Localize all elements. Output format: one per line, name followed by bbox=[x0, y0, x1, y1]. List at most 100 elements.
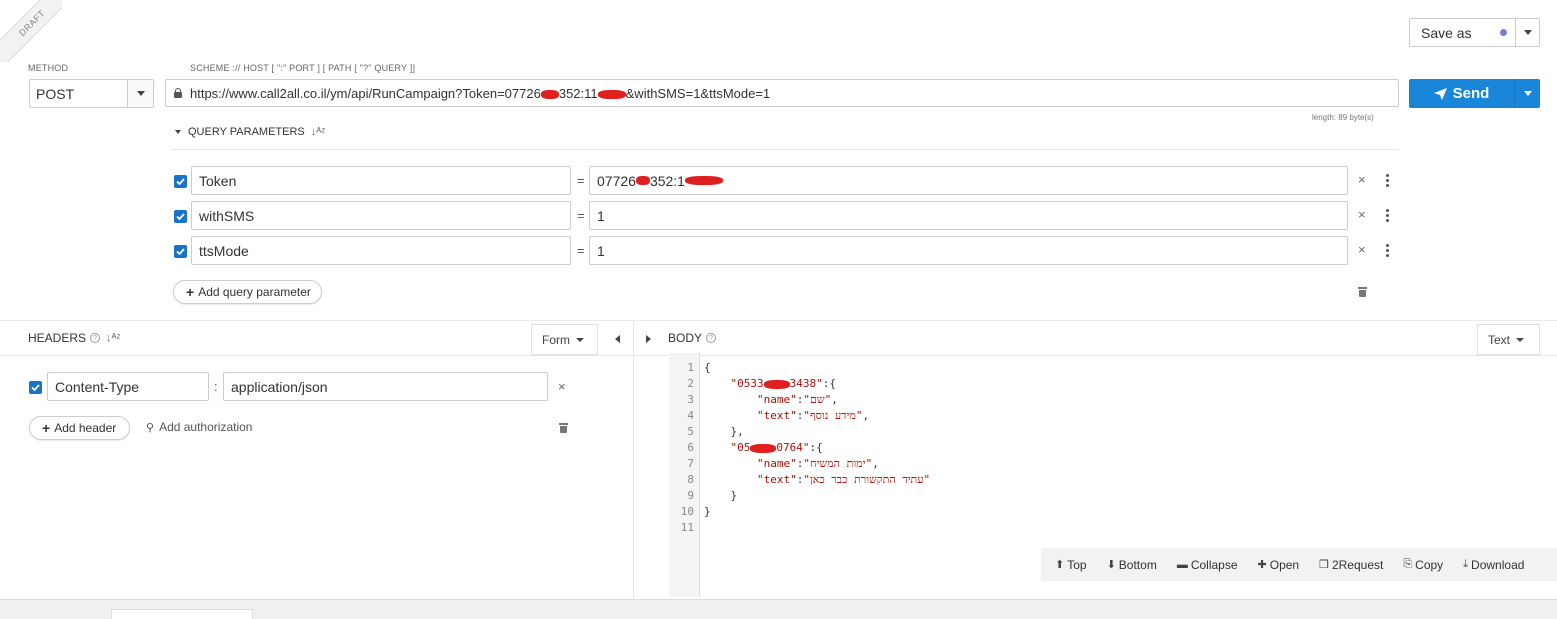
headers-title: HEADERS bbox=[28, 331, 87, 345]
url-value: https://www.call2all.co.il/ym/api/RunCam… bbox=[190, 86, 770, 101]
remove-param-icon[interactable]: × bbox=[1358, 207, 1366, 222]
divider bbox=[172, 149, 1399, 150]
code-line: }, bbox=[704, 424, 1534, 440]
collapse-right-icon[interactable] bbox=[646, 335, 651, 343]
remove-param-icon[interactable]: × bbox=[1358, 242, 1366, 257]
chevron-down-icon bbox=[136, 91, 145, 96]
save-as-dropdown-toggle[interactable] bbox=[1515, 19, 1539, 46]
param-name-field[interactable]: Token bbox=[191, 166, 571, 195]
redaction-mark bbox=[763, 379, 790, 389]
param-name-field[interactable]: ttsMode bbox=[191, 236, 571, 265]
redaction-mark bbox=[750, 443, 777, 453]
editor-bottom-button[interactable]: ⬇ Bottom bbox=[1107, 558, 1157, 572]
save-as-button[interactable]: Save as bbox=[1409, 18, 1540, 47]
line-number: 10 bbox=[680, 505, 694, 518]
draft-label: DRAFT bbox=[0, 0, 62, 62]
add-query-parameter-button[interactable]: + Add query parameter bbox=[173, 280, 322, 304]
code-token: , bbox=[872, 457, 879, 470]
redaction-mark bbox=[684, 176, 723, 185]
draft-ribbon: DRAFT bbox=[0, 0, 62, 62]
editor-copy-button[interactable]: ⎘ Copy bbox=[1403, 558, 1443, 572]
equals-sign: = bbox=[577, 173, 585, 188]
code-line: } bbox=[704, 504, 1534, 520]
url-value-mid: 352:11 bbox=[558, 85, 598, 101]
line-number-gutter: 1 2 3 4 5 6 7 8 9 10 11 bbox=[669, 353, 700, 597]
code-token: , bbox=[831, 393, 838, 406]
add-authorization-link[interactable]: ⚲ Add authorization bbox=[146, 420, 252, 434]
collapse-left-icon[interactable] bbox=[615, 335, 620, 343]
line-number: 11 bbox=[680, 521, 694, 534]
send-dropdown-toggle[interactable] bbox=[1514, 79, 1540, 108]
code-line: "0533 3438":{ bbox=[704, 376, 1534, 392]
more-options-icon[interactable] bbox=[1386, 209, 1389, 224]
body-title-row: BODY ? bbox=[668, 331, 717, 345]
code-token: :{ bbox=[809, 441, 823, 454]
editor-top-button[interactable]: ⬆ Top bbox=[1055, 558, 1087, 572]
url-value-prefix: https://www.call2all.co.il/ym/api/RunCam… bbox=[190, 85, 541, 101]
line-number: 9 bbox=[687, 489, 694, 502]
sort-alpha-icon[interactable]: ↓ᴬᶻ bbox=[311, 126, 325, 138]
param-checkbox[interactable] bbox=[174, 210, 187, 223]
remove-param-icon[interactable]: × bbox=[1358, 172, 1366, 187]
arrow-down-circle-icon: ⬇ bbox=[1106, 559, 1116, 571]
chevron-down-icon bbox=[576, 337, 584, 342]
code-line: "text":"עתיד התקשורת כבר כאן" bbox=[704, 472, 1534, 488]
param-name-field[interactable]: withSMS bbox=[191, 201, 571, 230]
headers-mode-dropdown[interactable]: Form bbox=[531, 324, 598, 355]
param-value-field[interactable]: 07726 352:1 bbox=[589, 166, 1348, 195]
line-number: 1 bbox=[687, 361, 694, 374]
param-value-field[interactable]: 1 bbox=[589, 201, 1348, 230]
plus-icon: + bbox=[186, 284, 195, 300]
arrow-up-circle-icon: ⬆ bbox=[1055, 559, 1065, 571]
chevron-down-icon bbox=[1523, 91, 1532, 96]
trash-icon[interactable] bbox=[559, 423, 568, 433]
minus-square-icon: ▬ bbox=[1176, 558, 1188, 571]
method-label: METHOD bbox=[28, 63, 69, 73]
param-checkbox[interactable] bbox=[174, 175, 187, 188]
remove-header-icon[interactable]: × bbox=[558, 379, 566, 394]
url-length: length: 89 byte(s) bbox=[1312, 113, 1374, 122]
param-checkbox[interactable] bbox=[174, 245, 187, 258]
editor-collapse-button[interactable]: ▬ Collapse bbox=[1177, 558, 1238, 572]
add-header-button[interactable]: + Add header bbox=[29, 416, 130, 440]
header-name-field[interactable]: Content-Type bbox=[47, 372, 209, 401]
code-token: } bbox=[704, 505, 711, 518]
method-select[interactable]: POST bbox=[29, 79, 154, 108]
send-label: Send bbox=[1452, 85, 1490, 102]
bottom-tab[interactable] bbox=[111, 609, 253, 619]
help-icon[interactable]: ? bbox=[706, 333, 717, 343]
editor-download-button[interactable]: ⤓ Download bbox=[1463, 558, 1524, 572]
line-number: 2 bbox=[687, 377, 694, 390]
header-checkbox[interactable] bbox=[29, 381, 42, 394]
trash-icon[interactable] bbox=[1358, 287, 1367, 297]
send-button[interactable]: Send bbox=[1409, 79, 1540, 108]
editor-2request-button[interactable]: ❐ 2Request bbox=[1319, 558, 1383, 572]
query-params-header[interactable]: QUERY PARAMETERS ↓ᴬᶻ bbox=[175, 126, 325, 138]
body-editor[interactable]: { "0533 3438":{ "name":"שם", "text":"מידע… bbox=[704, 360, 1534, 536]
url-input[interactable]: https://www.call2all.co.il/ym/api/RunCam… bbox=[165, 79, 1399, 107]
equals-sign: = bbox=[577, 208, 585, 223]
panel-divider[interactable] bbox=[633, 321, 634, 599]
sort-alpha-icon[interactable]: ↓ᴬᶻ bbox=[106, 332, 120, 344]
more-options-icon[interactable] bbox=[1386, 174, 1389, 189]
code-token: }, bbox=[704, 425, 744, 438]
code-token: "שם" bbox=[803, 393, 832, 406]
body-title: BODY bbox=[668, 331, 703, 345]
param-value-field[interactable]: 1 bbox=[589, 236, 1348, 265]
code-line: "text":"מידע נוסף", bbox=[704, 408, 1534, 424]
plus-icon: + bbox=[42, 420, 51, 436]
colon-separator: : bbox=[214, 379, 218, 394]
body-mode-dropdown[interactable]: Text bbox=[1477, 324, 1540, 355]
more-options-icon[interactable] bbox=[1386, 244, 1389, 259]
headers-title-row: HEADERS ? ↓ᴬᶻ bbox=[28, 331, 120, 345]
header-value-field[interactable]: application/json bbox=[223, 372, 548, 401]
save-as-label: Save as bbox=[1421, 24, 1472, 41]
method-value: POST bbox=[36, 85, 75, 102]
code-token: , bbox=[862, 409, 870, 422]
help-icon[interactable]: ? bbox=[90, 333, 101, 343]
chevron-down-icon bbox=[1516, 337, 1525, 342]
editor-open-button[interactable]: ✚ Open bbox=[1258, 558, 1300, 572]
copy-request-icon: ❐ bbox=[1319, 559, 1329, 571]
line-number: 8 bbox=[687, 473, 694, 486]
line-number: 6 bbox=[687, 441, 694, 454]
